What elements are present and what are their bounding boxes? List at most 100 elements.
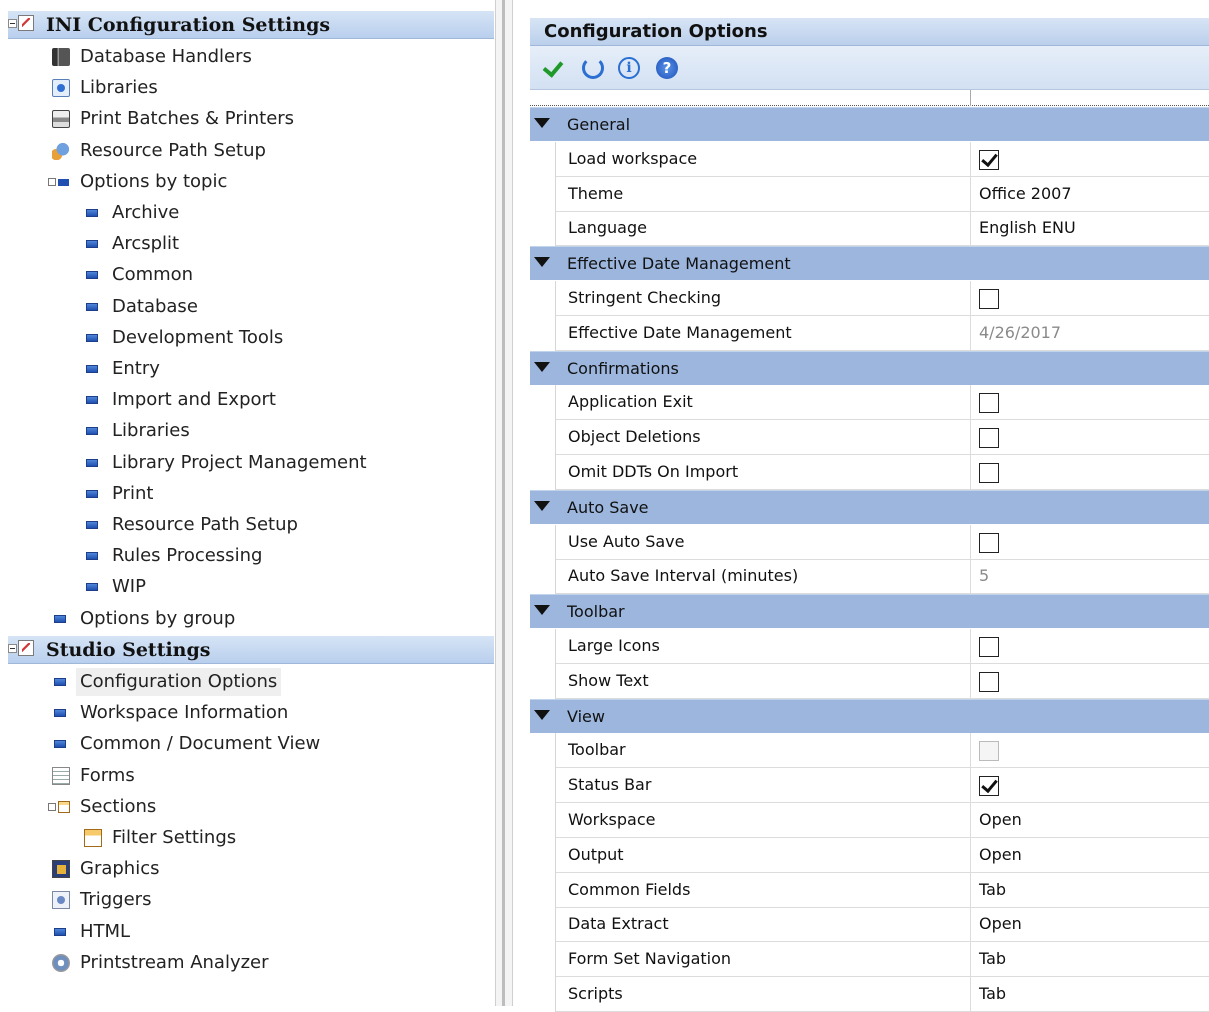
property-row[interactable]: Theme Office 2007 (530, 176, 1209, 212)
tree-item-label: Resource Path Setup (80, 139, 266, 161)
property-value[interactable]: Office 2007 (979, 177, 1072, 211)
column-divider[interactable] (970, 907, 971, 943)
collapse-triangle-icon[interactable] (534, 361, 550, 372)
property-checkbox[interactable] (979, 637, 999, 657)
column-divider[interactable] (970, 977, 971, 1012)
property-value[interactable]: Open (979, 907, 1022, 941)
tree-item-label: Print (112, 482, 154, 504)
column-divider[interactable] (970, 629, 971, 664)
property-row[interactable]: Form Set Navigation Tab (530, 942, 1209, 978)
column-divider[interactable] (970, 211, 971, 247)
column-divider[interactable] (970, 663, 971, 699)
column-divider[interactable] (970, 872, 971, 908)
row-gutter (530, 420, 556, 456)
property-checkbox[interactable] (979, 289, 999, 309)
column-divider[interactable] (970, 455, 971, 490)
category-row[interactable]: Effective Date Management (530, 246, 1209, 281)
tree-item-label: Libraries (112, 420, 190, 442)
collapse-triangle-icon[interactable] (534, 709, 550, 720)
info-icon[interactable]: i (618, 57, 640, 79)
property-checkbox[interactable] (979, 428, 999, 449)
property-checkbox[interactable] (979, 671, 999, 692)
column-divider[interactable] (970, 176, 971, 212)
property-value[interactable]: Tab (979, 942, 1006, 976)
collapse-triangle-icon[interactable] (534, 118, 550, 128)
column-divider[interactable] (970, 420, 971, 456)
property-checkbox[interactable] (979, 463, 999, 483)
category-row[interactable]: Auto Save (530, 489, 1209, 524)
help-icon[interactable]: ? (656, 57, 678, 79)
property-name: Object Deletions (568, 427, 701, 447)
property-checkbox[interactable] (979, 776, 999, 797)
collapse-triangle-icon[interactable] (534, 605, 550, 616)
column-divider[interactable] (970, 281, 971, 316)
settings-section-icon (18, 640, 34, 656)
tree-item-label: Print Batches & Printers (80, 108, 295, 130)
property-row[interactable]: Use Auto Save (530, 524, 1209, 560)
column-divider[interactable] (970, 942, 971, 978)
category-row[interactable]: View (530, 698, 1209, 733)
property-checkbox[interactable] (979, 149, 999, 170)
ini-section-header[interactable]: INI Configuration Settings (8, 11, 494, 39)
apply-checkmark-icon[interactable] (544, 57, 566, 79)
category-row[interactable]: Confirmations (530, 350, 1209, 385)
refresh-icon[interactable] (582, 57, 604, 79)
graphics-icon (52, 860, 70, 879)
property-row[interactable]: Large Icons (530, 629, 1209, 664)
property-row[interactable]: Status Bar (530, 768, 1209, 804)
property-row[interactable]: Load workspace (530, 141, 1209, 177)
column-divider[interactable] (970, 315, 971, 351)
property-checkbox[interactable] (979, 393, 999, 414)
row-gutter (530, 176, 556, 212)
option-icon (86, 396, 98, 405)
panel-title: Configuration Options (530, 18, 1209, 46)
property-value[interactable]: Open (979, 803, 1022, 837)
property-row[interactable]: Object Deletions (530, 420, 1209, 456)
property-row[interactable]: Language English ENU (530, 211, 1209, 247)
tree-item-label: Workspace Information (80, 702, 289, 724)
collapse-triangle-icon[interactable] (534, 257, 550, 268)
property-row[interactable]: Application Exit (530, 385, 1209, 421)
property-row[interactable]: Common Fields Tab (530, 872, 1209, 908)
panel-splitter[interactable] (495, 0, 513, 1006)
property-value[interactable]: Tab (979, 873, 1006, 907)
column-divider[interactable] (970, 803, 971, 838)
category-row[interactable]: General (530, 107, 1209, 141)
property-checkbox[interactable] (979, 532, 999, 553)
row-gutter (530, 559, 556, 595)
studio-section-header[interactable]: Studio Settings (8, 636, 494, 664)
column-divider[interactable] (970, 733, 971, 769)
printer-icon (52, 110, 70, 129)
property-value[interactable]: Open (979, 838, 1022, 872)
row-gutter (530, 211, 556, 247)
tree-item-label: Graphics (80, 858, 160, 880)
property-row[interactable]: Workspace Open (530, 803, 1209, 838)
property-value[interactable]: English ENU (979, 211, 1076, 245)
property-row[interactable]: Effective Date Management 4/26/2017 (530, 315, 1209, 351)
column-divider[interactable] (970, 768, 971, 804)
column-divider[interactable] (970, 559, 971, 595)
property-row[interactable]: Show Text (530, 663, 1209, 699)
property-row[interactable]: Data Extract Open (530, 907, 1209, 943)
property-row[interactable]: Omit DDTs On Import (530, 455, 1209, 490)
tree-item-label: Library Project Management (112, 451, 367, 473)
property-row[interactable]: Output Open (530, 837, 1209, 873)
property-name: Common Fields (568, 879, 691, 899)
column-divider[interactable] (970, 385, 971, 421)
collapse-icon[interactable] (8, 19, 17, 28)
collapse-triangle-icon[interactable] (534, 500, 550, 511)
property-row[interactable]: Stringent Checking (530, 281, 1209, 316)
column-divider[interactable] (970, 141, 971, 177)
property-row[interactable]: Scripts Tab (530, 977, 1209, 1012)
option-icon (86, 521, 98, 529)
column-divider[interactable] (970, 837, 971, 873)
property-value: 5 (979, 566, 990, 586)
column-divider[interactable] (970, 524, 971, 560)
collapse-icon[interactable] (8, 644, 17, 653)
property-row[interactable]: Auto Save Interval (minutes) 5 (530, 559, 1209, 595)
option-icon (54, 678, 66, 686)
tree-item-label: Filter Settings (112, 827, 237, 848)
category-row[interactable]: Toolbar (530, 594, 1209, 629)
configuration-panel: Configuration Options i ? General Load wo… (530, 0, 1209, 1012)
property-row[interactable]: Toolbar (530, 733, 1209, 769)
